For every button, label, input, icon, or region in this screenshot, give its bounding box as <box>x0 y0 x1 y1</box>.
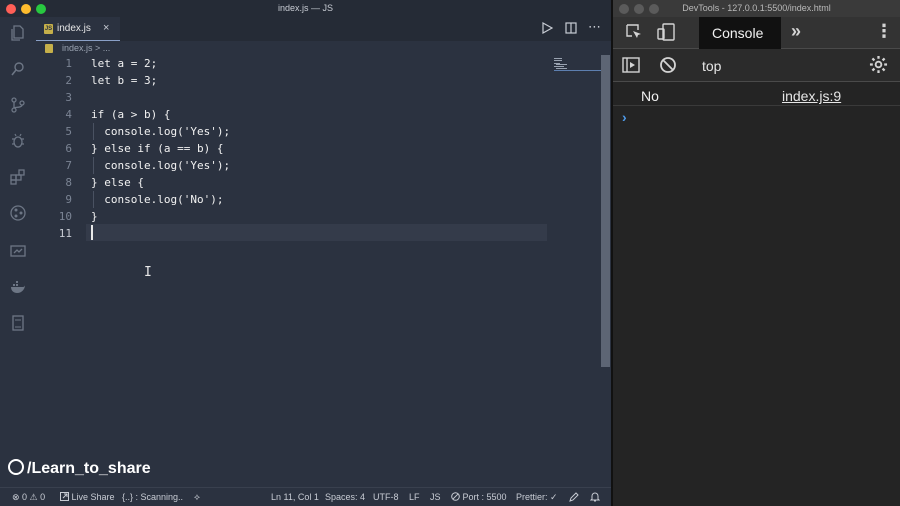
line-number: 9 <box>65 193 72 206</box>
window-title: index.js — JS <box>277 3 334 13</box>
inspect-element-icon[interactable] <box>625 23 643 46</box>
prettier-status[interactable]: Prettier: ✓ <box>516 492 558 503</box>
devtools-window: DevTools - 127.0.0.1:5500/index.html Con… <box>611 0 900 506</box>
run-icon[interactable] <box>542 21 554 37</box>
tab-console[interactable]: Console <box>699 17 781 49</box>
tab-console-label: Console <box>712 25 764 41</box>
status-bar: ⊗ 0 ⚠ 0 Live Share {..} : Scanning.. ⟡ L… <box>0 487 611 506</box>
remote-explorer-icon[interactable] <box>9 243 27 261</box>
code-line: let b = 3; <box>91 74 158 87</box>
minimap-line <box>554 58 562 59</box>
live-server-port[interactable]: Port : 5500 <box>451 492 507 502</box>
problems-indicator[interactable]: ⊗ 0 ⚠ 0 <box>12 492 45 503</box>
console-toolbar: top <box>613 49 900 82</box>
current-line-highlight <box>86 224 547 241</box>
vscode-titlebar: index.js — JS <box>0 0 611 17</box>
clear-console-icon[interactable] <box>659 56 677 79</box>
minimap-line <box>554 66 564 67</box>
port-label: Port : 5500 <box>462 492 507 502</box>
watermark: /Learn_to_share <box>8 459 151 478</box>
breadcrumb-js-icon <box>45 44 53 53</box>
activity-bar <box>0 17 36 487</box>
devtools-menu-icon[interactable]: ⋮ <box>875 21 893 42</box>
console-log-entry: No index.js:9 <box>613 86 900 106</box>
code-line: console.log('Yes'); <box>91 159 231 172</box>
console-settings-gear-icon[interactable] <box>869 55 888 79</box>
notifications-bell-icon[interactable] <box>589 492 601 504</box>
editor-tab-bar: JS index.js × ⋯ <box>36 17 611 41</box>
log-source-link[interactable]: index.js:9 <box>782 88 841 104</box>
editor-scrollbar[interactable] <box>601 55 610 367</box>
source-control-icon[interactable] <box>9 97 27 115</box>
text-caret <box>91 225 93 240</box>
line-number: 1 <box>65 57 72 70</box>
line-number: 11 <box>58 227 72 240</box>
prompt-chevron-icon: › <box>622 109 627 125</box>
end-of-line[interactable]: LF <box>409 492 420 502</box>
code-line: console.log('No'); <box>91 193 224 206</box>
watermark-text: /Learn_to_share <box>27 460 151 477</box>
minimap-line <box>556 68 567 69</box>
log-message: No <box>641 88 659 104</box>
minimap-line <box>554 60 562 61</box>
encoding[interactable]: UTF-8 <box>373 492 399 502</box>
code-line: } else if (a == b) { <box>91 142 224 155</box>
cursor-position[interactable]: Ln 11, Col 1 <box>271 492 319 502</box>
indentation[interactable]: Spaces: 4 <box>325 492 365 502</box>
line-number: 5 <box>65 125 72 138</box>
vscode-window: index.js — JS JS index.js × ⋯ index.js >… <box>0 0 611 506</box>
explorer-icon[interactable] <box>9 25 27 43</box>
docker-icon[interactable] <box>9 279 27 297</box>
film-reel-icon <box>8 459 24 475</box>
tab-close-icon[interactable]: × <box>103 22 109 34</box>
notebook-icon[interactable] <box>9 315 27 333</box>
extensions-icon[interactable] <box>9 169 27 187</box>
code-line: let a = 2; <box>91 57 158 70</box>
context-selector[interactable]: top <box>702 58 721 74</box>
minimap-line <box>556 64 567 65</box>
devtools-title: DevTools - 127.0.0.1:5500/index.html <box>682 3 831 13</box>
code-line: console.log('Yes'); <box>91 125 231 138</box>
minimap-slider[interactable] <box>554 70 601 71</box>
tab-label: index.js <box>57 23 91 34</box>
breadcrumb-path: index.js > ... <box>62 43 111 53</box>
split-editor-icon[interactable] <box>565 22 577 37</box>
console-prompt[interactable]: › <box>613 108 900 128</box>
text-cursor-icon: I <box>144 265 152 280</box>
js-file-icon: JS <box>44 24 53 34</box>
git-graph-icon[interactable] <box>9 205 27 223</box>
devtools-toolbar: Console » ⋮ <box>613 17 900 49</box>
debug-icon[interactable] <box>9 133 27 151</box>
code-editor[interactable]: 1 2 3 4 5 6 7 8 9 10 11 let a = 2; let b… <box>36 55 601 487</box>
line-number: 2 <box>65 74 72 87</box>
code-line: } else { <box>91 176 144 189</box>
line-number: 10 <box>58 210 72 223</box>
code-line: if (a > b) { <box>91 108 171 121</box>
more-tabs-icon[interactable]: » <box>791 21 801 42</box>
live-share-button[interactable]: Live Share <box>60 492 115 502</box>
breadcrumb[interactable]: index.js > ... <box>36 41 596 55</box>
scanning-status[interactable]: {..} : Scanning.. <box>122 492 183 502</box>
line-number: 6 <box>65 142 72 155</box>
feedback-icon[interactable] <box>569 492 579 504</box>
language-mode[interactable]: JS <box>430 492 441 502</box>
code-line: } <box>91 210 98 223</box>
devtools-titlebar: DevTools - 127.0.0.1:5500/index.html <box>613 0 900 17</box>
search-icon[interactable] <box>9 61 27 79</box>
live-share-label: Live Share <box>71 492 115 502</box>
tab-index-js[interactable]: JS index.js × <box>36 17 120 41</box>
more-actions-icon[interactable]: ⋯ <box>588 19 601 35</box>
line-number: 3 <box>65 91 72 104</box>
line-number: 8 <box>65 176 72 189</box>
minimap[interactable] <box>554 58 570 70</box>
line-number: 7 <box>65 159 72 172</box>
line-number: 4 <box>65 108 72 121</box>
device-toolbar-icon[interactable] <box>657 23 677 46</box>
sidebar-toggle-icon[interactable] <box>622 57 640 78</box>
sync-icon[interactable]: ⟡ <box>194 492 200 503</box>
